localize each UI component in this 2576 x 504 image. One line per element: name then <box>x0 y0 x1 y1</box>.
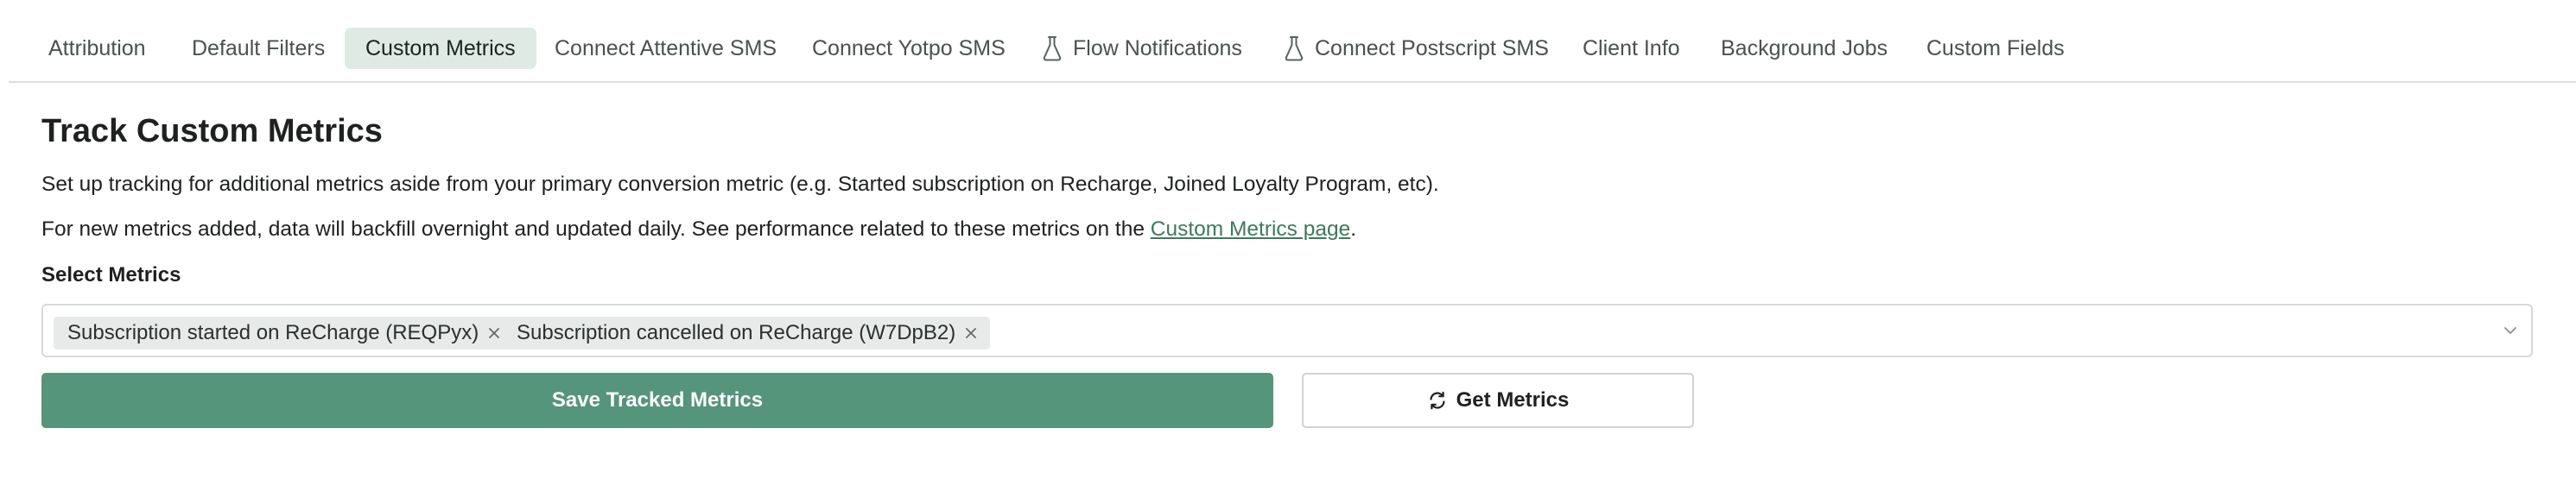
selected-metric-chip: Subscription cancelled on ReCharge (W7Dp… <box>503 317 991 350</box>
tab-background-jobs[interactable]: Background Jobs <box>1721 28 1888 69</box>
tab-connect-yotpo-sms[interactable]: Connect Yotpo SMS <box>812 28 1006 69</box>
tab-attribution[interactable]: Attribution <box>48 28 146 69</box>
tab-label: Background Jobs <box>1721 36 1888 60</box>
tab-custom-metrics[interactable]: Custom Metrics <box>345 28 536 69</box>
close-icon[interactable] <box>487 326 501 340</box>
tab-flow-notifications[interactable]: Flow Notifications <box>1042 28 1242 69</box>
tab-custom-fields[interactable]: Custom Fields <box>1926 28 2065 69</box>
get-metrics-label: Get Metrics <box>1456 388 1570 412</box>
backfill-note-text: For new metrics added, data will backfil… <box>41 217 1151 241</box>
tab-label: Flow Notifications <box>1073 36 1242 60</box>
chip-label: Subscription cancelled on ReCharge (W7Dp… <box>517 321 956 344</box>
tab-label: Custom Metrics <box>365 36 516 60</box>
tab-label: Client Info <box>1583 36 1680 60</box>
chevron-down-icon[interactable] <box>2502 322 2519 339</box>
flask-icon <box>1043 36 1062 61</box>
custom-metrics-page-link[interactable]: Custom Metrics page <box>1151 217 1350 241</box>
description-text: Set up tracking for additional metrics a… <box>41 173 1439 196</box>
chip-label: Subscription started on ReCharge (REQPyx… <box>67 321 479 344</box>
refresh-icon <box>1430 391 1445 410</box>
select-metrics-label: Select Metrics <box>41 263 181 287</box>
tab-default-filters[interactable]: Default Filters <box>192 28 325 69</box>
tab-label: Default Filters <box>192 36 326 60</box>
tab-label: Custom Fields <box>1926 36 2065 60</box>
selected-metric-chip: Subscription started on ReCharge (REQPyx… <box>54 317 514 350</box>
tab-connect-attentive-sms[interactable]: Connect Attentive SMS <box>555 28 777 69</box>
tab-label: Connect Yotpo SMS <box>812 36 1006 60</box>
get-metrics-button[interactable]: Get Metrics <box>1302 373 1694 428</box>
metrics-multiselect[interactable]: Subscription started on ReCharge (REQPyx… <box>41 304 2533 357</box>
tab-client-info[interactable]: Client Info <box>1583 28 1680 69</box>
tab-label: Attribution <box>48 36 146 60</box>
tab-label: Connect Postscript SMS <box>1315 36 1549 60</box>
backfill-note-end: . <box>1350 217 1357 241</box>
settings-tabs: Attribution Default Filters Custom Metri… <box>9 0 2576 83</box>
tab-connect-postscript-sms[interactable]: Connect Postscript SMS <box>1284 28 1549 69</box>
close-icon[interactable] <box>964 326 978 340</box>
tab-label: Connect Attentive SMS <box>555 36 777 60</box>
save-tracked-metrics-button[interactable]: Save Tracked Metrics <box>41 373 1273 428</box>
page-title: Track Custom Metrics <box>41 113 383 149</box>
backfill-note: For new metrics added, data will backfil… <box>41 216 1356 243</box>
flask-icon <box>1285 36 1304 61</box>
